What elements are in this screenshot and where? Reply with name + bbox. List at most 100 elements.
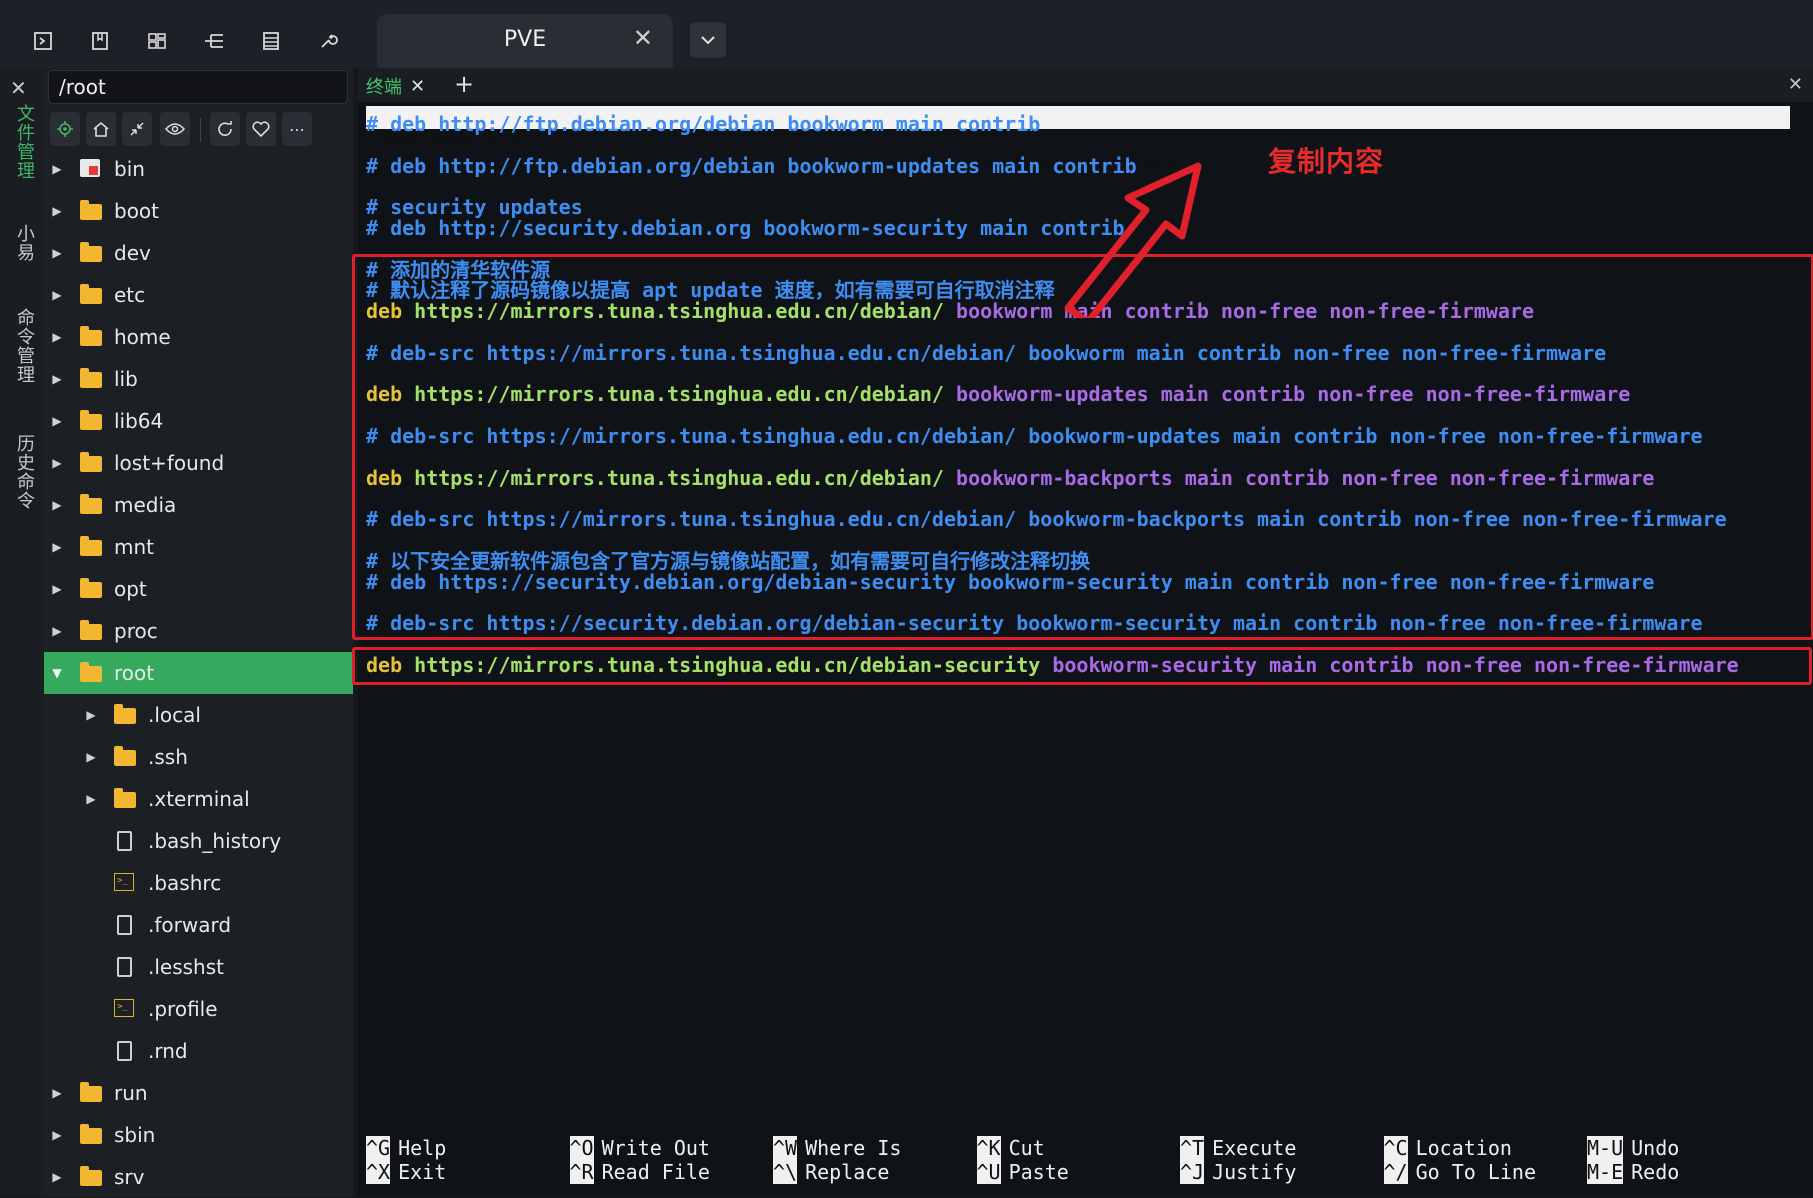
shortcut-item[interactable]: ^W Where Is: [773, 1136, 901, 1160]
tab-pve[interactable]: PVE ✕: [377, 14, 673, 68]
tree-item[interactable]: ▶ media: [44, 484, 353, 526]
editor-line: # deb http://ftp.debian.org/debian bookw…: [366, 154, 1137, 178]
chevron-right-icon[interactable]: ▶: [50, 414, 64, 428]
add-tab-icon[interactable]: +: [454, 70, 474, 98]
heart-icon[interactable]: [246, 112, 276, 146]
shortcut-label: Cut: [1008, 1136, 1045, 1160]
list-icon[interactable]: [254, 24, 288, 58]
tree-item[interactable]: ▶ home: [44, 316, 353, 358]
locate-icon[interactable]: [50, 112, 80, 146]
chevron-right-icon[interactable]: ▶: [50, 498, 64, 512]
chevron-down-icon[interactable]: ▼: [50, 666, 64, 680]
tree-item-label: .local: [148, 703, 201, 727]
chevron-right-icon[interactable]: ▶: [50, 582, 64, 596]
shortcut-item[interactable]: M-E Redo: [1587, 1160, 1679, 1184]
chevron-right-icon[interactable]: ▶: [50, 540, 64, 554]
tree-item[interactable]: >_ .bashrc: [44, 862, 353, 904]
tree-item[interactable]: ▶ .xterminal: [44, 778, 353, 820]
chevron-right-icon[interactable]: ▶: [50, 204, 64, 218]
tree-item[interactable]: ▶ .local: [44, 694, 353, 736]
file-icon: [114, 957, 136, 977]
chevron-right-icon[interactable]: ▶: [50, 372, 64, 386]
shortcut-key: ^X: [366, 1160, 391, 1184]
chevron-right-icon[interactable]: ▶: [50, 246, 64, 260]
shortcut-label: Read File: [601, 1160, 710, 1184]
shortcut-item[interactable]: ^O Write Out: [569, 1136, 710, 1160]
close-icon[interactable]: ✕: [10, 76, 27, 100]
tree-item[interactable]: .bash_history: [44, 820, 353, 862]
home-icon[interactable]: [86, 112, 116, 146]
tree-item[interactable]: ▶ srv: [44, 1156, 353, 1198]
side-tab-xiaoyi[interactable]: 小易: [11, 224, 37, 262]
tree-item[interactable]: ▼ root: [44, 652, 353, 694]
chevron-right-icon[interactable]: ▶: [50, 288, 64, 302]
side-tab-file-manager[interactable]: 文件管理: [11, 104, 37, 180]
tree-item-label: home: [114, 325, 171, 349]
tab-terminal[interactable]: 终端 ✕: [360, 72, 431, 100]
path-input[interactable]: [48, 70, 348, 104]
tree-item[interactable]: ▶ opt: [44, 568, 353, 610]
shortcut-item[interactable]: M-U Undo: [1587, 1136, 1679, 1160]
shortcut-item[interactable]: ^J Justify: [1180, 1160, 1296, 1184]
chevron-right-icon[interactable]: ▶: [84, 708, 98, 722]
annotation-label: 复制内容: [1268, 145, 1385, 178]
tree-item[interactable]: ▶ bin: [44, 148, 353, 190]
tree-item[interactable]: ▶ etc: [44, 274, 353, 316]
tree-item[interactable]: .rnd: [44, 1030, 353, 1072]
tree-item[interactable]: ▶ run: [44, 1072, 353, 1114]
shortcut-group: M-U Undo M-E Redo: [1587, 1136, 1679, 1184]
close-icon[interactable]: ✕: [633, 24, 653, 52]
folder-icon: [80, 536, 102, 557]
tree-item[interactable]: ▶ dev: [44, 232, 353, 274]
chevron-right-icon[interactable]: ▶: [50, 330, 64, 344]
tree-icon[interactable]: [197, 24, 231, 58]
close-panel-icon[interactable]: ✕: [1788, 74, 1803, 95]
tree-item-label: srv: [114, 1165, 145, 1189]
chevron-right-icon[interactable]: ▶: [84, 750, 98, 764]
tree-item[interactable]: ▶ mnt: [44, 526, 353, 568]
tree-item[interactable]: >_ .profile: [44, 988, 353, 1030]
chevron-right-icon[interactable]: ▶: [50, 456, 64, 470]
shortcut-item[interactable]: ^C Location: [1383, 1136, 1537, 1160]
shortcut-item[interactable]: ^R Read File: [569, 1160, 710, 1184]
tree-item[interactable]: ▶ .ssh: [44, 736, 353, 778]
more-icon[interactable]: ⋯: [282, 112, 312, 146]
close-icon[interactable]: ✕: [410, 76, 425, 97]
shortcut-item[interactable]: ^\ Replace: [773, 1160, 901, 1184]
chevron-right-icon[interactable]: ▶: [50, 1086, 64, 1100]
chevron-right-icon[interactable]: ▶: [84, 792, 98, 806]
shortcut-item[interactable]: ^U Paste: [976, 1160, 1069, 1184]
shortcut-item[interactable]: ^/ Go To Line: [1383, 1160, 1536, 1184]
chevron-right-icon[interactable]: ▶: [50, 624, 64, 638]
chevron-right-icon[interactable]: ▶: [50, 162, 64, 176]
tree-item-label: media: [114, 493, 177, 517]
terminal-tab-bar: 终端 ✕ + ✕: [358, 68, 1813, 102]
shortcut-item[interactable]: ^X Exit: [366, 1160, 446, 1184]
tree-item[interactable]: ▶ proc: [44, 610, 353, 652]
shortcut-item[interactable]: ^G Help: [366, 1136, 446, 1160]
tree-item[interactable]: ▶ boot: [44, 190, 353, 232]
tree-item-label: .bash_history: [148, 829, 282, 853]
chevron-right-icon[interactable]: ▶: [50, 1128, 64, 1142]
shortcut-item[interactable]: ^T Execute: [1180, 1136, 1296, 1160]
side-tab-history[interactable]: 历史命令: [11, 434, 37, 510]
layout-icon[interactable]: [140, 24, 174, 58]
file-icon: [114, 915, 136, 935]
side-tab-command-manager[interactable]: 命令管理: [11, 308, 37, 384]
chevron-right-icon[interactable]: ▶: [50, 1170, 64, 1184]
tree-item[interactable]: ▶ lost+found: [44, 442, 353, 484]
shortcut-key: ^G: [366, 1136, 391, 1160]
terminal-icon[interactable]: [26, 24, 60, 58]
tree-item[interactable]: ▶ sbin: [44, 1114, 353, 1156]
chevron-down-icon[interactable]: [690, 22, 726, 58]
tree-item[interactable]: .lesshst: [44, 946, 353, 988]
refresh-icon[interactable]: [210, 112, 240, 146]
tree-item[interactable]: ▶ lib64: [44, 400, 353, 442]
tree-item[interactable]: ▶ lib: [44, 358, 353, 400]
wrench-icon[interactable]: [311, 24, 345, 58]
bookmark-icon[interactable]: [83, 24, 117, 58]
shortcut-item[interactable]: ^K Cut: [976, 1136, 1069, 1160]
tree-item[interactable]: .forward: [44, 904, 353, 946]
collapse-icon[interactable]: [122, 112, 152, 146]
eye-icon[interactable]: [160, 112, 190, 146]
